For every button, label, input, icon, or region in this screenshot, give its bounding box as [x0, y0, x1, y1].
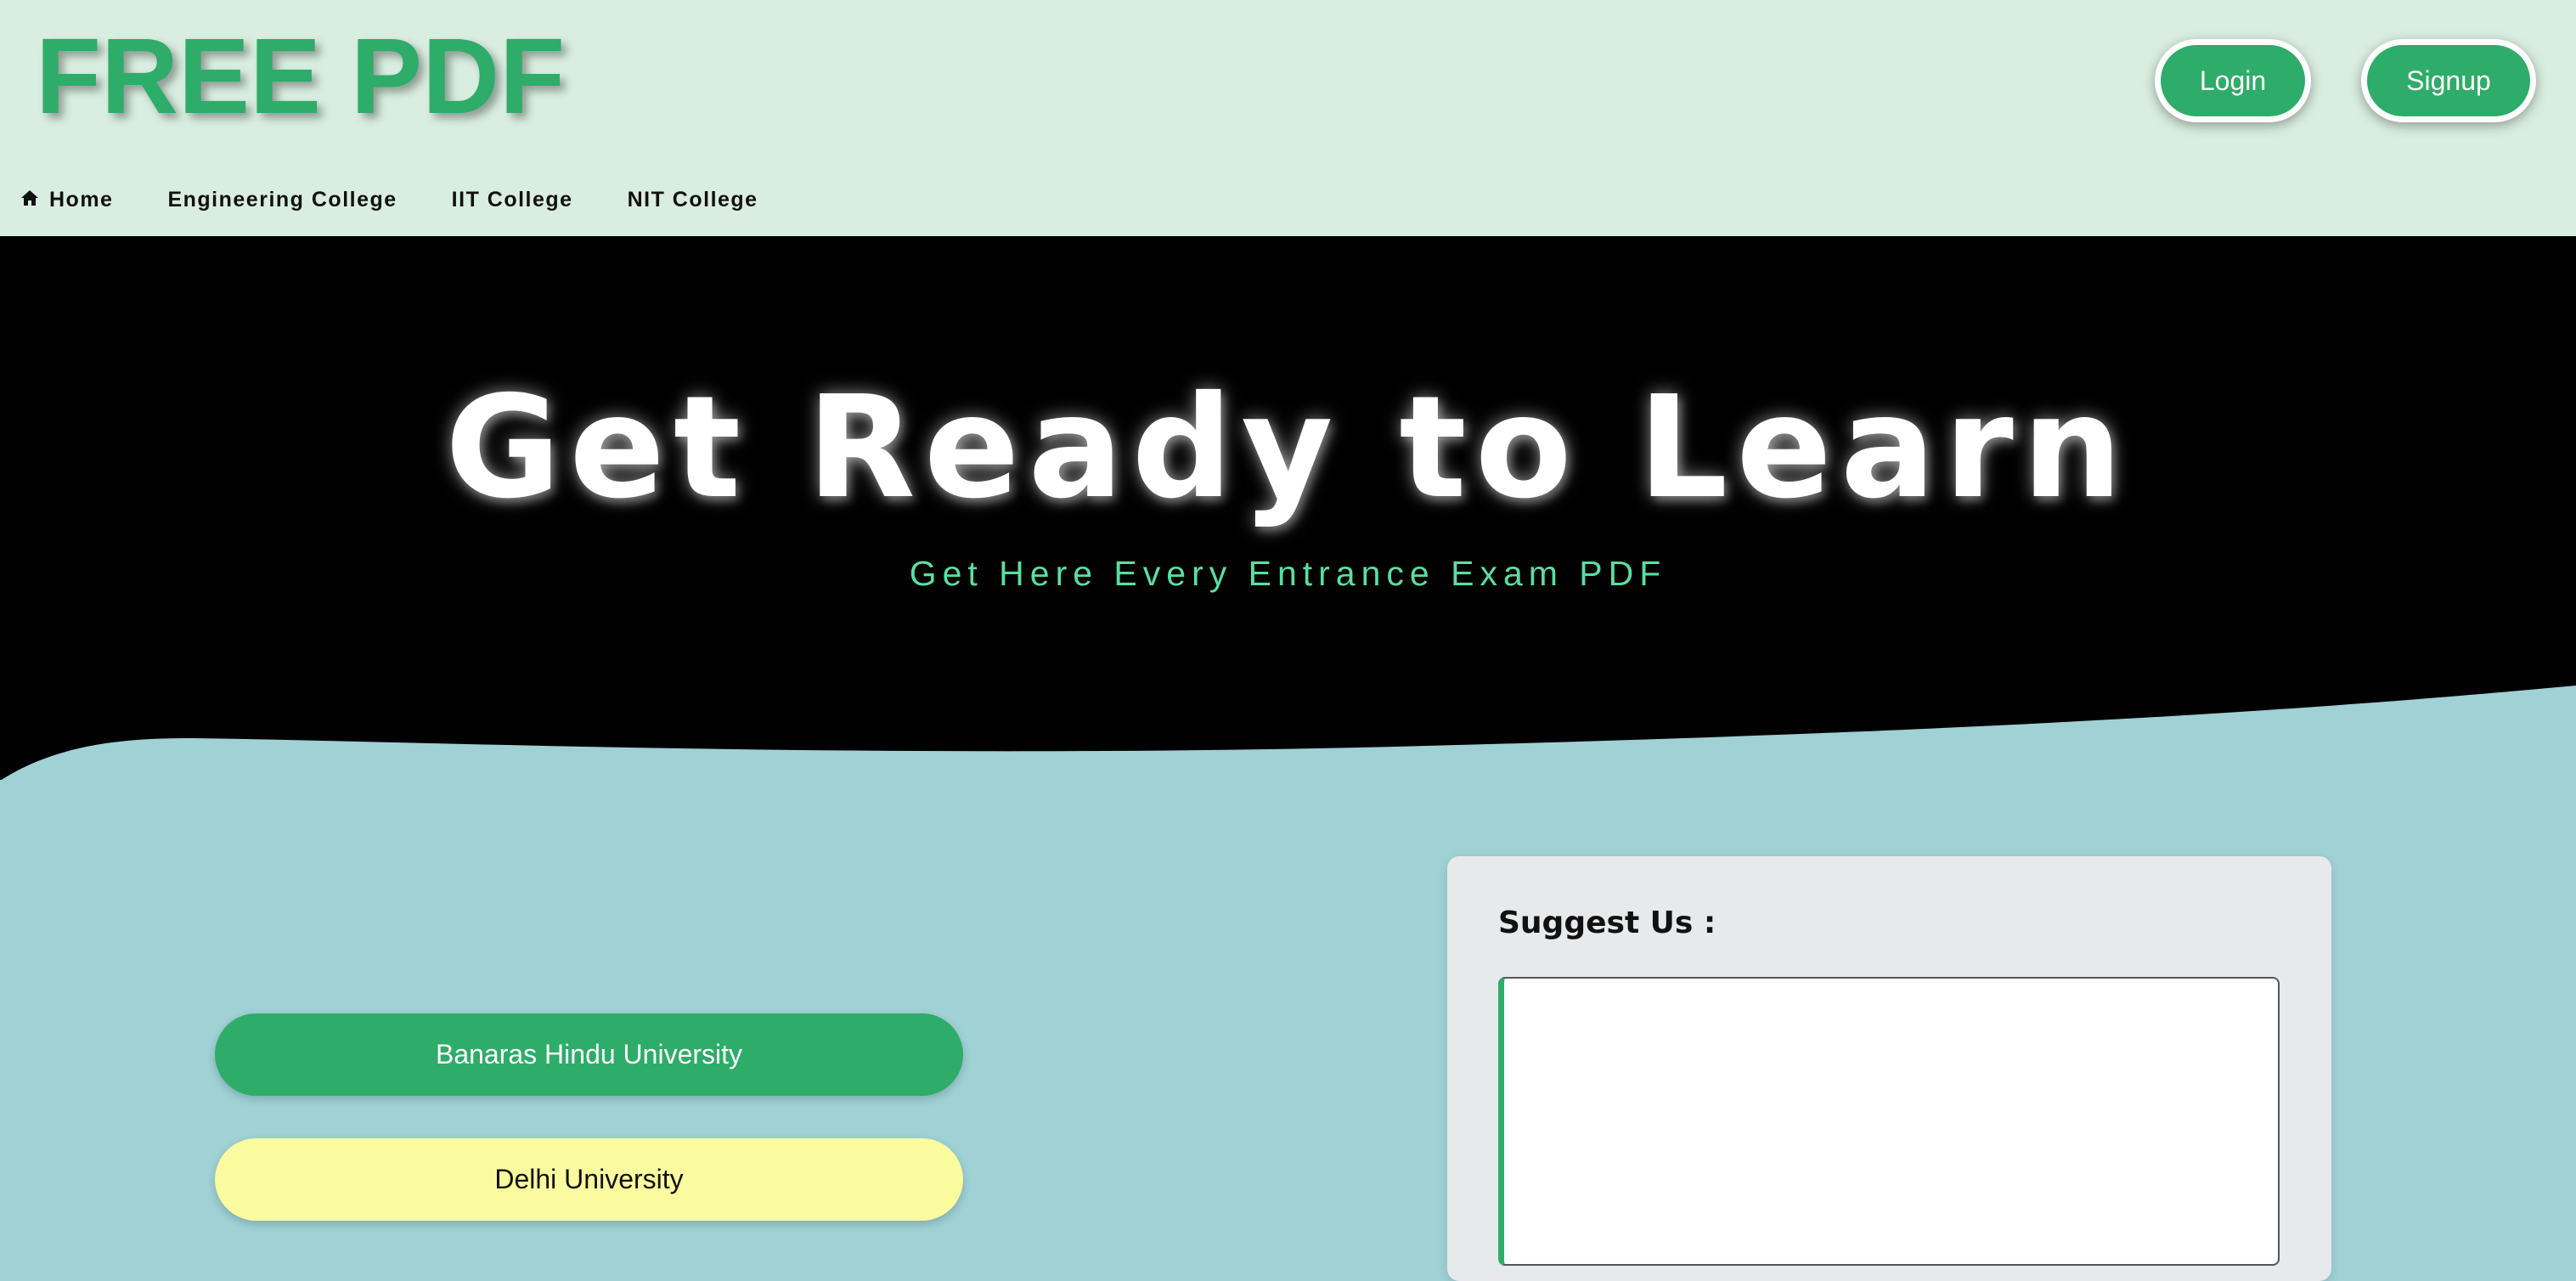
site-header: FREE PDF Login Signup Home Engineering C… [0, 0, 2576, 236]
main-nav: Home Engineering College IIT College NIT… [20, 180, 813, 219]
suggest-card: Suggest Us : [1447, 856, 2331, 1281]
suggest-title: Suggest Us : [1498, 906, 1716, 940]
nav-item-iit-college[interactable]: IIT College [452, 188, 573, 212]
hero-subtitle: Get Here Every Entrance Exam PDF [909, 554, 1667, 593]
nav-item-engineering-college[interactable]: Engineering College [167, 188, 397, 212]
login-button[interactable]: Login [2155, 39, 2311, 122]
hero-title: Get Ready to Learn [445, 366, 2131, 530]
university-button-bhu[interactable]: Banaras Hindu University [215, 1013, 963, 1096]
university-button-du[interactable]: Delhi University [215, 1138, 963, 1221]
nav-item-label: NIT College [627, 187, 758, 212]
nav-item-label: Home [49, 187, 114, 212]
nav-item-home[interactable]: Home [20, 188, 113, 212]
hero-section: Get Ready to Learn Get Here Every Entran… [0, 236, 2576, 780]
signup-button[interactable]: Signup [2361, 39, 2536, 122]
site-logo[interactable]: FREE PDF [36, 17, 565, 136]
suggest-textarea[interactable] [1498, 977, 2280, 1266]
nav-item-label: Engineering College [167, 187, 397, 212]
home-icon [20, 189, 42, 210]
nav-item-nit-college[interactable]: NIT College [628, 188, 758, 212]
nav-item-label: IIT College [451, 187, 573, 212]
